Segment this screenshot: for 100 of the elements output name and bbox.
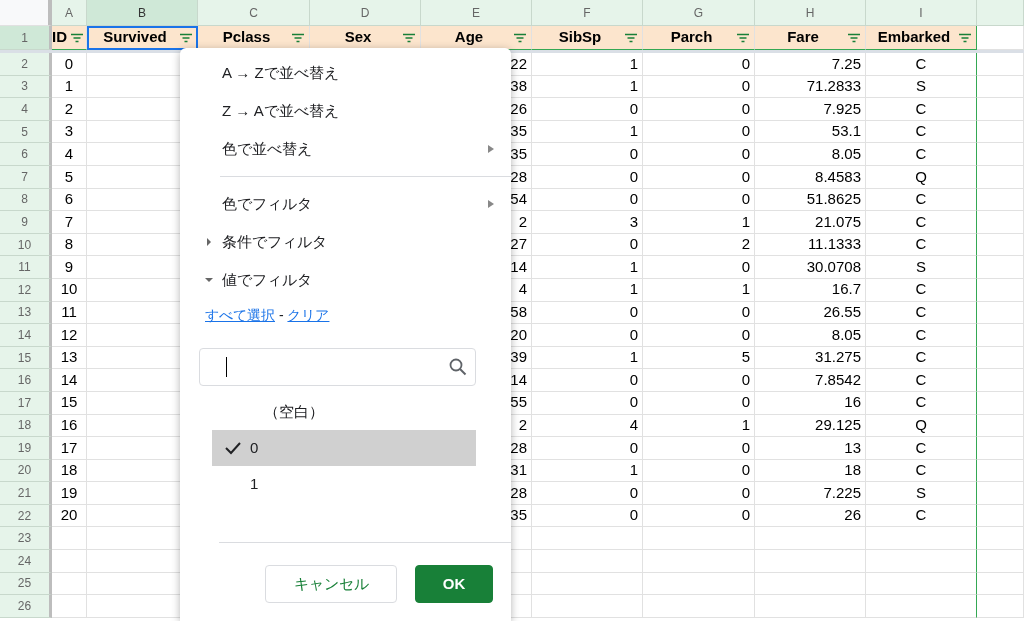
row-header[interactable]: 5 bbox=[0, 120, 52, 144]
filter-icon[interactable] bbox=[624, 32, 638, 43]
column-header[interactable]: E bbox=[421, 0, 532, 26]
table-cell: C bbox=[866, 391, 977, 415]
table-cell: 16.7 bbox=[755, 278, 866, 302]
filter-icon[interactable] bbox=[70, 32, 84, 43]
caret-right-icon bbox=[204, 238, 214, 246]
table-cell: Q bbox=[866, 165, 977, 189]
row-header[interactable]: 18 bbox=[0, 414, 52, 438]
table-cell: 1 bbox=[532, 459, 643, 483]
table-cell: 0 bbox=[532, 324, 643, 347]
filter-icon[interactable] bbox=[179, 32, 193, 43]
table-cell: 18 bbox=[755, 459, 866, 483]
column-header[interactable]: A bbox=[52, 0, 87, 26]
filter-icon[interactable] bbox=[291, 32, 305, 43]
row-header[interactable]: 14 bbox=[0, 324, 52, 347]
table-cell: 29.125 bbox=[755, 414, 866, 438]
value-option[interactable]: 0 bbox=[212, 430, 476, 466]
table-cell: 17 bbox=[52, 437, 87, 460]
table-cell: 8.05 bbox=[755, 143, 866, 166]
row-header[interactable]: 10 bbox=[0, 233, 52, 257]
table-cell: 0 bbox=[532, 143, 643, 166]
row-header[interactable]: 15 bbox=[0, 346, 52, 370]
table-cell: S bbox=[866, 256, 977, 279]
table-cell: 51.8625 bbox=[755, 188, 866, 212]
column-header[interactable]: I bbox=[866, 0, 977, 26]
row-header[interactable]: 2 bbox=[0, 53, 52, 76]
column-header[interactable]: B bbox=[87, 0, 198, 26]
row-header[interactable]: 8 bbox=[0, 188, 52, 212]
table-cell: C bbox=[866, 143, 977, 166]
column-header[interactable]: D bbox=[310, 0, 421, 26]
selected-cell[interactable]: Survived bbox=[87, 26, 198, 50]
table-cell: 1 bbox=[532, 278, 643, 302]
row-header[interactable]: 9 bbox=[0, 211, 52, 234]
row-header[interactable]: 22 bbox=[0, 504, 52, 528]
row-header[interactable]: 26 bbox=[0, 595, 52, 618]
column-header[interactable]: G bbox=[643, 0, 755, 26]
row-header[interactable]: 11 bbox=[0, 256, 52, 279]
table-cell: 26 bbox=[755, 504, 866, 528]
table-cell: 71.2833 bbox=[755, 75, 866, 99]
row-header[interactable]: 13 bbox=[0, 301, 52, 325]
table-cell: 19 bbox=[52, 482, 87, 505]
text-link[interactable]: クリア bbox=[287, 307, 330, 323]
caret-down-icon bbox=[204, 276, 214, 284]
table-cell: 16 bbox=[52, 414, 87, 438]
row-header[interactable]: 19 bbox=[0, 437, 52, 460]
submenu-arrow-icon bbox=[487, 199, 495, 209]
table-cell: 30.0708 bbox=[755, 256, 866, 279]
table-cell: 0 bbox=[643, 301, 755, 325]
row-header[interactable]: 12 bbox=[0, 278, 52, 302]
submenu-arrow-icon bbox=[487, 144, 495, 154]
row-header[interactable]: 25 bbox=[0, 572, 52, 596]
table-cell: 0 bbox=[643, 165, 755, 189]
row-header[interactable]: 21 bbox=[0, 482, 52, 505]
table-cell: 3 bbox=[532, 211, 643, 234]
row-header[interactable]: 4 bbox=[0, 98, 52, 121]
table-cell: 26.55 bbox=[755, 301, 866, 325]
table-cell: C bbox=[866, 301, 977, 325]
table-cell: 16 bbox=[755, 391, 866, 415]
header-cell-text: Age bbox=[453, 27, 485, 48]
table-cell: C bbox=[866, 504, 977, 528]
filter-icon[interactable] bbox=[513, 32, 527, 43]
header-cell-text: Fare bbox=[786, 27, 820, 48]
table-cell: 13 bbox=[52, 346, 87, 370]
text-link[interactable]: すべて選択 bbox=[205, 307, 275, 323]
column-header[interactable]: C bbox=[198, 0, 310, 26]
table-cell: 0 bbox=[532, 369, 643, 392]
filter-icon[interactable] bbox=[958, 32, 972, 43]
row-header[interactable]: 7 bbox=[0, 165, 52, 189]
column-header[interactable]: F bbox=[532, 0, 643, 26]
row-header[interactable]: 23 bbox=[0, 527, 52, 551]
table-cell: 0 bbox=[643, 75, 755, 99]
table-cell: 7 bbox=[52, 211, 87, 234]
table-cell: 21.075 bbox=[755, 211, 866, 234]
row-header[interactable]: 3 bbox=[0, 75, 52, 99]
table-cell: 0 bbox=[643, 143, 755, 166]
filter-icon[interactable] bbox=[736, 32, 750, 43]
row-header[interactable]: 1 bbox=[0, 26, 52, 50]
ok-button[interactable]: OK bbox=[415, 565, 493, 603]
table-cell: 0 bbox=[643, 120, 755, 144]
table-cell: C bbox=[866, 53, 977, 76]
column-header[interactable]: H bbox=[755, 0, 866, 26]
table-cell: 0 bbox=[532, 504, 643, 528]
table-cell: C bbox=[866, 233, 977, 257]
table-cell: C bbox=[866, 437, 977, 460]
filter-icon[interactable] bbox=[402, 32, 416, 43]
row-header[interactable]: 16 bbox=[0, 369, 52, 392]
filter-icon[interactable] bbox=[847, 32, 861, 43]
row-header[interactable]: 24 bbox=[0, 550, 52, 573]
table-cell: Q bbox=[866, 414, 977, 438]
header-cell-text: Sex bbox=[343, 27, 373, 48]
table-cell: 0 bbox=[532, 233, 643, 257]
row-header[interactable]: 20 bbox=[0, 459, 52, 483]
row-header[interactable]: 6 bbox=[0, 143, 52, 166]
table-cell: 0 bbox=[532, 98, 643, 121]
table-cell: 0 bbox=[643, 391, 755, 415]
cancel-button[interactable]: キャンセル bbox=[265, 565, 397, 603]
row-header[interactable]: 17 bbox=[0, 391, 52, 415]
table-cell: 0 bbox=[532, 482, 643, 505]
search-field[interactable] bbox=[199, 348, 476, 386]
